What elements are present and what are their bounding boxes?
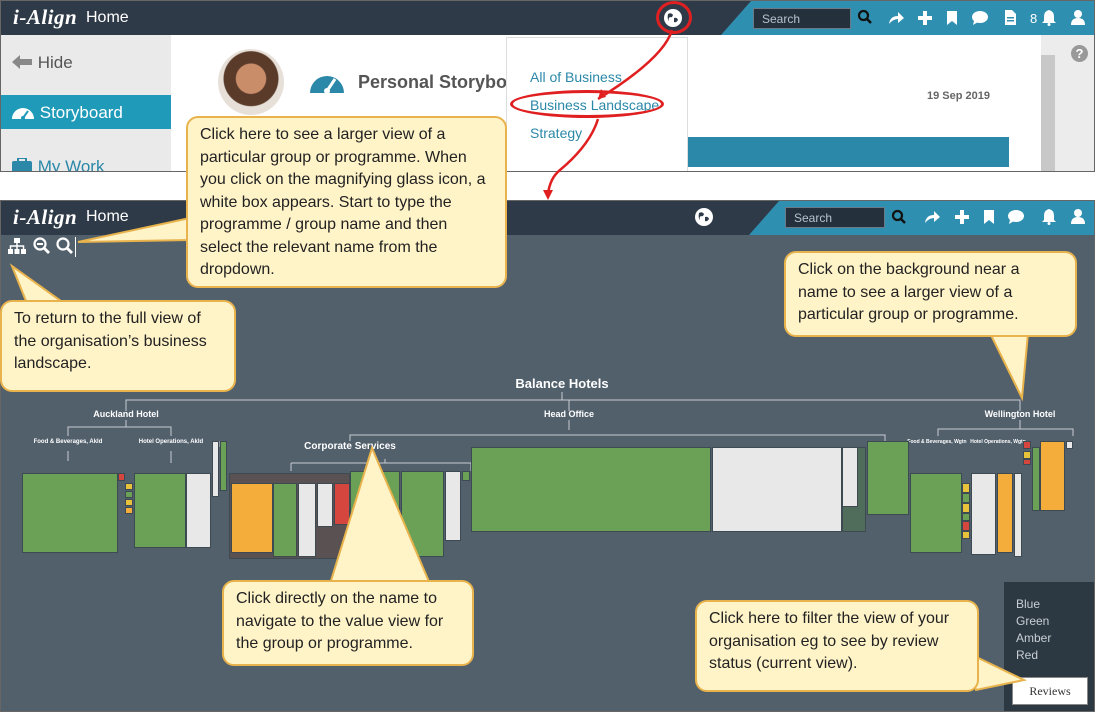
avatar[interactable] xyxy=(218,49,284,115)
bell-icon[interactable] xyxy=(1041,9,1057,26)
tree-node-food-beverages-wgtn[interactable]: Food & Beverages, Wgtn xyxy=(907,439,967,445)
status-block[interactable] xyxy=(1023,459,1031,465)
callout-full-view: To return to the full view of the organi… xyxy=(0,300,236,392)
business-landscape-highlight xyxy=(510,90,664,118)
programme-block[interactable] xyxy=(350,471,400,551)
programme-block[interactable] xyxy=(971,473,996,555)
help-icon[interactable]: ? xyxy=(1071,45,1088,62)
status-block[interactable] xyxy=(125,507,133,514)
top-navbar: i-Align Home Search 8 xyxy=(1,1,1094,35)
programme-block[interactable] xyxy=(220,441,227,491)
programme-block[interactable] xyxy=(22,473,118,553)
plus-icon[interactable] xyxy=(917,10,933,26)
programme-block[interactable] xyxy=(842,447,858,507)
tree-node-auckland-hotel[interactable]: Auckland Hotel xyxy=(66,409,186,419)
programme-block[interactable] xyxy=(401,471,444,557)
programme-block[interactable] xyxy=(134,473,186,548)
sidebar-item-storyboard-label: Storyboard xyxy=(39,103,123,122)
hide-sidebar-button[interactable]: Hide xyxy=(1,45,171,79)
status-block[interactable] xyxy=(962,493,970,503)
globe-highlight xyxy=(656,1,692,34)
date-label: 19 Sep 2019 xyxy=(927,90,990,102)
status-block[interactable] xyxy=(962,483,970,493)
arrow-left-icon xyxy=(12,55,32,69)
status-block[interactable] xyxy=(1023,451,1031,459)
status-block[interactable] xyxy=(962,531,970,539)
tree-node-food-beverages-akld[interactable]: Food & Beverages, Akld xyxy=(18,439,118,445)
app-logo[interactable]: i-Align xyxy=(13,5,77,30)
tree-node-wellington-hotel[interactable]: Wellington Hotel xyxy=(960,409,1080,419)
callout-full-view-text: To return to the full view of the organi… xyxy=(14,310,207,372)
programme-block[interactable] xyxy=(212,441,219,497)
programme-block[interactable] xyxy=(1014,473,1022,557)
filter-option-red[interactable]: Red xyxy=(1016,647,1084,664)
programme-block[interactable] xyxy=(1066,441,1073,449)
chat-icon[interactable] xyxy=(971,10,989,26)
page-home-title[interactable]: Home xyxy=(86,9,129,27)
filter-option-green[interactable]: Green xyxy=(1016,613,1084,630)
dashboard-icon xyxy=(12,108,34,120)
sidebar-item-my-work[interactable]: My Work xyxy=(1,149,171,172)
page-title: Personal Storybo xyxy=(358,72,508,92)
status-block[interactable] xyxy=(125,491,133,498)
tree-node-hotel-operations-akld[interactable]: Hotel Operations, Akld xyxy=(121,439,221,445)
menu-item-strategy[interactable]: Strategy xyxy=(530,125,582,141)
programme-block[interactable] xyxy=(471,447,711,532)
programme-block[interactable] xyxy=(462,471,470,481)
status-block[interactable] xyxy=(125,499,133,506)
reviews-filter-button[interactable]: Reviews xyxy=(1012,677,1088,705)
callout-name: Click directly on the name to navigate t… xyxy=(222,580,474,666)
callout-magnify-text: Click here to see a larger view of a par… xyxy=(200,126,486,278)
filter-option-amber[interactable]: Amber xyxy=(1016,630,1084,647)
tree-node-head-office[interactable]: Head Office xyxy=(509,409,629,419)
tree-root-balance-hotels[interactable]: Balance Hotels xyxy=(462,376,662,391)
notification-count: 8 xyxy=(1030,11,1038,26)
programme-block[interactable] xyxy=(334,483,350,525)
search-input[interactable]: Search xyxy=(753,8,851,29)
status-block[interactable] xyxy=(118,473,125,481)
content-bar xyxy=(687,137,1009,167)
programme-block[interactable] xyxy=(1040,441,1065,511)
programme-block[interactable] xyxy=(445,471,461,541)
search-icon[interactable] xyxy=(857,9,873,25)
tree-node-corporate-services[interactable]: Corporate Services xyxy=(290,441,410,452)
bookmark-icon[interactable] xyxy=(946,10,958,26)
programme-block[interactable] xyxy=(186,473,211,548)
status-block[interactable] xyxy=(962,503,970,513)
callout-background: Click on the background near a name to s… xyxy=(784,251,1077,337)
sidebar: Hide Storyboard My Work xyxy=(1,35,171,172)
programme-block[interactable] xyxy=(910,473,962,553)
programme-block[interactable] xyxy=(997,473,1013,553)
programme-block[interactable] xyxy=(231,483,273,553)
share-icon[interactable] xyxy=(887,10,905,26)
status-block[interactable] xyxy=(125,483,133,490)
filter-option-blue[interactable]: Blue xyxy=(1016,596,1084,613)
dashboard-icon xyxy=(310,76,344,94)
callout-filter: Click here to filter the view of your or… xyxy=(695,600,979,692)
callout-magnify: Click here to see a larger view of a par… xyxy=(186,116,507,288)
programme-block[interactable] xyxy=(712,447,842,532)
programme-block[interactable] xyxy=(867,441,909,515)
scrollbar[interactable] xyxy=(1041,55,1055,171)
briefcase-icon xyxy=(12,157,32,171)
top-screenshot: i-Align Home Search 8 Hide Storyboard My… xyxy=(0,0,1095,172)
callout-background-text: Click on the background near a name to s… xyxy=(798,261,1020,323)
sidebar-item-storyboard[interactable]: Storyboard xyxy=(1,95,171,129)
programme-block[interactable] xyxy=(317,483,333,527)
programme-block[interactable] xyxy=(273,483,297,557)
callout-filter-text: Click here to filter the view of your or… xyxy=(709,610,950,672)
user-icon[interactable] xyxy=(1070,9,1086,26)
document-icon[interactable] xyxy=(1004,9,1017,26)
status-block[interactable] xyxy=(1023,441,1031,449)
programme-block[interactable] xyxy=(1032,447,1040,511)
programme-block[interactable] xyxy=(298,483,316,557)
hide-label: Hide xyxy=(37,53,73,72)
status-block[interactable] xyxy=(962,513,970,521)
callout-name-text: Click directly on the name to navigate t… xyxy=(236,590,444,652)
status-block[interactable] xyxy=(962,521,970,531)
menu-item-all-of-business[interactable]: All of Business xyxy=(530,69,622,85)
sidebar-item-my-work-label: My Work xyxy=(37,157,105,172)
